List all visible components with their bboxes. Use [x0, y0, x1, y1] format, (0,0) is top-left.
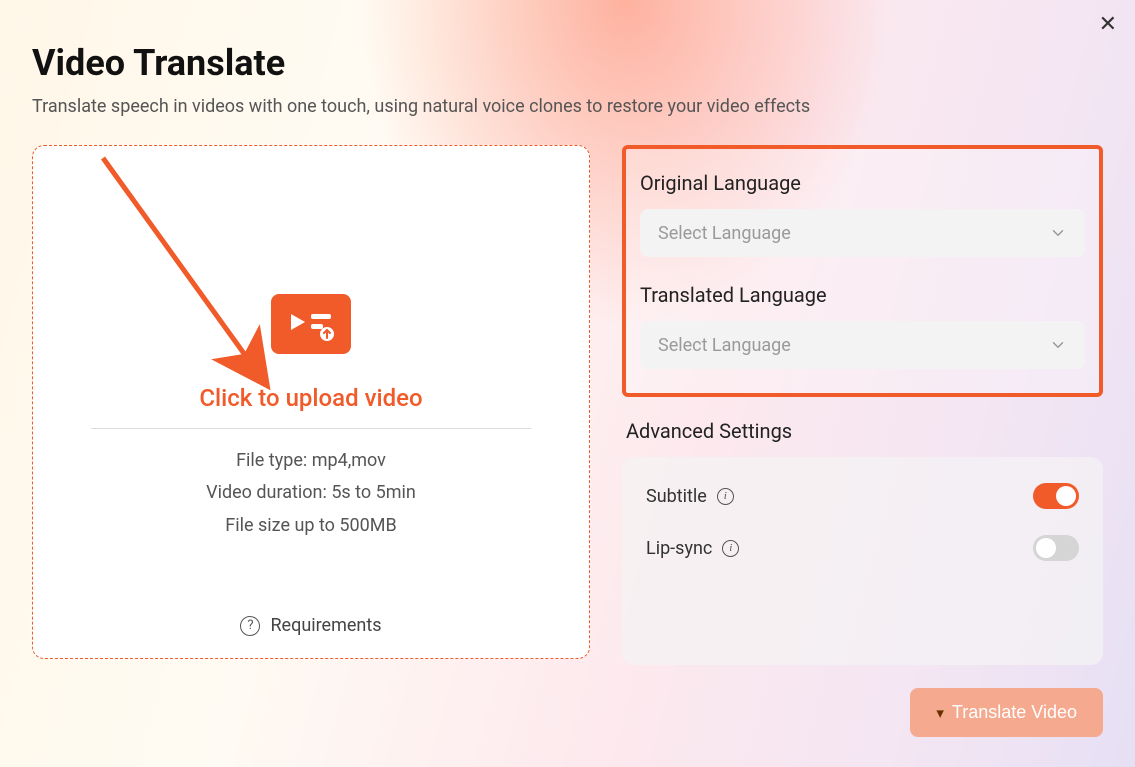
lipsync-label: Lip-sync [646, 538, 712, 559]
divider [91, 428, 531, 429]
translate-button-label: Translate Video [952, 702, 1077, 723]
close-icon[interactable]: ✕ [1099, 14, 1117, 36]
original-language-select[interactable]: Select Language [640, 209, 1085, 257]
translated-language-placeholder: Select Language [658, 335, 791, 356]
original-language-placeholder: Select Language [658, 223, 791, 244]
original-language-label: Original Language [640, 171, 1085, 195]
page-title: Video Translate [32, 42, 1103, 84]
question-icon: ? [240, 616, 260, 636]
chevron-down-icon: ▾ [936, 704, 944, 722]
annotation-arrow-icon [73, 146, 293, 406]
spec-file-type: File type: mp4,mov [206, 445, 416, 477]
translated-language-label: Translated Language [640, 283, 1085, 307]
info-icon[interactable]: i [722, 540, 739, 557]
page-subtitle: Translate speech in videos with one touc… [32, 96, 1103, 117]
upload-video-icon [271, 294, 351, 354]
upload-specs: File type: mp4,mov Video duration: 5s to… [206, 445, 416, 542]
subtitle-label: Subtitle [646, 486, 707, 507]
translated-language-select[interactable]: Select Language [640, 321, 1085, 369]
spec-file-size: File size up to 500MB [206, 510, 416, 542]
chevron-down-icon [1049, 336, 1067, 354]
translate-video-button[interactable]: ▾ Translate Video [910, 688, 1103, 737]
header: Video Translate Translate speech in vide… [0, 0, 1135, 145]
advanced-settings-panel: Subtitle i Lip-sync i [622, 457, 1103, 665]
advanced-settings-title: Advanced Settings [626, 419, 1103, 443]
info-icon[interactable]: i [717, 488, 734, 505]
requirements-label: Requirements [270, 615, 381, 636]
upload-dropzone[interactable]: Click to upload video File type: mp4,mov… [32, 145, 590, 659]
upload-cta-text: Click to upload video [199, 384, 422, 412]
requirements-link[interactable]: ? Requirements [240, 615, 381, 636]
language-selection-box: Original Language Select Language Transl… [622, 145, 1103, 397]
spec-duration: Video duration: 5s to 5min [206, 477, 416, 509]
subtitle-toggle[interactable] [1033, 483, 1079, 509]
lipsync-toggle[interactable] [1033, 535, 1079, 561]
chevron-down-icon [1049, 224, 1067, 242]
